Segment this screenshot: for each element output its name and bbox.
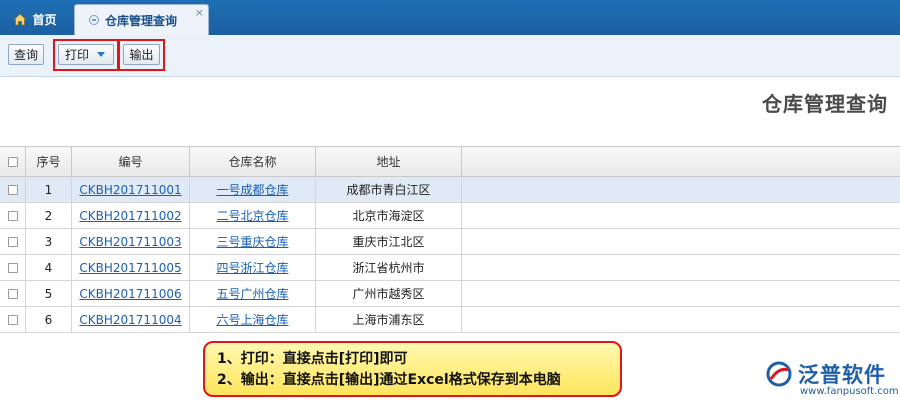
select-all-checkbox[interactable] [7, 156, 18, 167]
row-select-cell[interactable] [0, 177, 26, 202]
brand-logo: 泛普软件 www.fanpusoft.com [760, 357, 899, 401]
tab-warehouse-query[interactable]: 仓库管理查询 × [74, 4, 209, 35]
row-checkbox[interactable] [7, 184, 18, 195]
page-title: 仓库管理查询 [762, 92, 888, 116]
row-name-link[interactable]: 一号成都仓库 [216, 181, 288, 198]
header-select-all[interactable] [0, 147, 26, 176]
row-code-cell: CKBH201711004 [72, 307, 190, 332]
logo-mark-icon [766, 361, 792, 387]
table-row[interactable]: 2 CKBH201711002 二号北京仓库 北京市海淀区 [0, 203, 900, 229]
row-name-cell: 四号浙江仓库 [190, 255, 316, 280]
row-address: 广州市越秀区 [316, 281, 462, 306]
table-row[interactable]: 4 CKBH201711005 四号浙江仓库 浙江省杭州市 [0, 255, 900, 281]
row-name-cell: 五号广州仓库 [190, 281, 316, 306]
row-code-link[interactable]: CKBH201711002 [79, 209, 181, 223]
tab-bar: 首页 仓库管理查询 × [0, 0, 900, 35]
warehouse-table: 序号 编号 仓库名称 地址 1 CKBH201711001 一号成都仓库 成都市… [0, 146, 900, 333]
row-code-link[interactable]: CKBH201711003 [79, 235, 181, 249]
row-code-link[interactable]: CKBH201711006 [79, 287, 181, 301]
tab-home[interactable]: 首页 [0, 4, 70, 35]
row-seq: 1 [26, 177, 72, 202]
instruction-callout: 1、打印：直接点击[打印]即可 2、输出：直接点击[输出]通过Excel格式保存… [203, 341, 622, 397]
row-select-cell[interactable] [0, 255, 26, 280]
row-address: 浙江省杭州市 [316, 255, 462, 280]
row-name-link[interactable]: 二号北京仓库 [216, 207, 288, 224]
instruction-line-export: 2、输出：直接点击[输出]通过Excel格式保存到本电脑 [217, 372, 561, 388]
header-name[interactable]: 仓库名称 [190, 147, 316, 176]
row-name-cell: 一号成都仓库 [190, 177, 316, 202]
row-name-cell: 三号重庆仓库 [190, 229, 316, 254]
print-highlight-frame [53, 39, 119, 71]
row-name-link[interactable]: 六号上海仓库 [216, 311, 288, 328]
logo-url: www.fanpusoft.com [800, 386, 899, 397]
table-row[interactable]: 3 CKBH201711003 三号重庆仓库 重庆市江北区 [0, 229, 900, 255]
row-code-cell: CKBH201711001 [72, 177, 190, 202]
row-seq: 6 [26, 307, 72, 332]
tab-warehouse-query-label: 仓库管理查询 [105, 13, 178, 28]
row-select-cell[interactable] [0, 229, 26, 254]
row-seq: 5 [26, 281, 72, 306]
tab-home-label: 首页 [32, 13, 57, 27]
row-name-link[interactable]: 四号浙江仓库 [216, 259, 288, 276]
row-name-link[interactable]: 五号广州仓库 [216, 285, 288, 302]
row-code-cell: CKBH201711005 [72, 255, 190, 280]
row-address: 上海市浦东区 [316, 307, 462, 332]
row-seq: 4 [26, 255, 72, 280]
row-code-link[interactable]: CKBH201711005 [79, 261, 181, 275]
row-name-link[interactable]: 三号重庆仓库 [216, 233, 288, 250]
header-address[interactable]: 地址 [316, 147, 462, 176]
row-checkbox[interactable] [7, 262, 18, 273]
export-highlight-frame [118, 39, 165, 71]
instruction-line-print: 1、打印：直接点击[打印]即可 [217, 351, 408, 367]
row-checkbox[interactable] [7, 210, 18, 221]
row-select-cell[interactable] [0, 203, 26, 228]
row-select-cell[interactable] [0, 281, 26, 306]
logo-name: 泛普软件 [798, 363, 886, 387]
row-seq: 2 [26, 203, 72, 228]
home-icon [13, 13, 28, 26]
header-seq[interactable]: 序号 [26, 147, 72, 176]
query-button[interactable]: 查询 [8, 44, 44, 65]
row-address: 成都市青白江区 [316, 177, 462, 202]
row-code-link[interactable]: CKBH201711001 [79, 183, 181, 197]
row-checkbox[interactable] [7, 236, 18, 247]
table-row[interactable]: 5 CKBH201711006 五号广州仓库 广州市越秀区 [0, 281, 900, 307]
query-button-label: 查询 [13, 48, 38, 62]
row-address: 北京市海淀区 [316, 203, 462, 228]
row-checkbox[interactable] [7, 314, 18, 325]
tab-page-icon [89, 15, 99, 25]
close-icon[interactable]: × [195, 6, 204, 19]
header-code[interactable]: 编号 [72, 147, 190, 176]
row-code-cell: CKBH201711002 [72, 203, 190, 228]
row-address: 重庆市江北区 [316, 229, 462, 254]
row-code-cell: CKBH201711006 [72, 281, 190, 306]
table-header: 序号 编号 仓库名称 地址 [0, 146, 900, 177]
row-seq: 3 [26, 229, 72, 254]
row-name-cell: 二号北京仓库 [190, 203, 316, 228]
table-row[interactable]: 6 CKBH201711004 六号上海仓库 上海市浦东区 [0, 307, 900, 333]
row-name-cell: 六号上海仓库 [190, 307, 316, 332]
row-checkbox[interactable] [7, 288, 18, 299]
table-row[interactable]: 1 CKBH201711001 一号成都仓库 成都市青白江区 [0, 177, 900, 203]
row-code-link[interactable]: CKBH201711004 [79, 313, 181, 327]
row-code-cell: CKBH201711003 [72, 229, 190, 254]
row-select-cell[interactable] [0, 307, 26, 332]
